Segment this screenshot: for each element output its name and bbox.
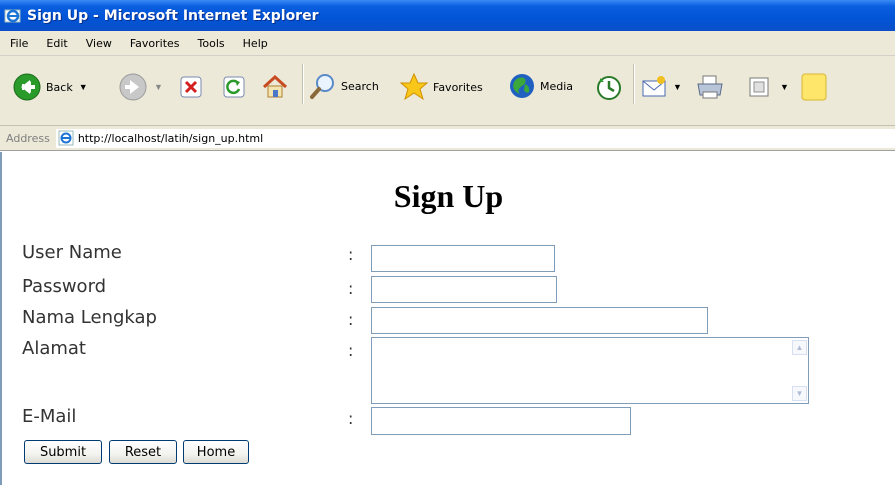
printer-icon [697, 75, 723, 99]
colon: : [348, 245, 354, 264]
back-label: Back [46, 80, 73, 94]
chevron-down-icon[interactable]: ▼ [154, 82, 163, 92]
reset-button[interactable]: Reset [109, 440, 177, 464]
back-arrow-icon [13, 73, 41, 101]
favorites-button[interactable]: Favorites [399, 72, 483, 102]
print-button[interactable] [695, 73, 725, 101]
username-input[interactable] [371, 245, 555, 272]
password-label: Password [22, 276, 107, 297]
search-label: Search [341, 79, 379, 93]
email-label: E-Mail [22, 406, 77, 427]
email-input[interactable] [371, 407, 631, 435]
username-label: User Name [22, 242, 122, 263]
back-button[interactable]: Back ▼ [12, 72, 88, 102]
fullname-label: Nama Lengkap [22, 307, 157, 328]
history-button[interactable] [595, 74, 623, 102]
address-field-label: Alamat [22, 338, 86, 359]
address-url: http://localhost/latih/sign_up.html [77, 131, 264, 145]
scroll-up-icon[interactable]: ▲ [792, 340, 807, 355]
refresh-button[interactable] [222, 75, 246, 99]
colon: : [348, 341, 354, 360]
home-toolbar-button[interactable] [261, 73, 289, 101]
stop-icon [180, 76, 202, 98]
favorites-label: Favorites [433, 80, 483, 94]
star-icon [399, 72, 429, 101]
textarea-scrollbar[interactable]: ▲ ▼ [791, 338, 808, 403]
forward-arrow-icon [119, 73, 147, 101]
history-icon [597, 76, 621, 100]
media-label: Media [540, 79, 574, 93]
menu-bar: File Edit View Favorites Tools Help [0, 31, 895, 56]
window-title: Sign Up - Microsoft Internet Explorer [27, 7, 319, 24]
page-content: Sign Up User Name : Password : Nama Leng… [0, 152, 895, 485]
ie-window-icon [4, 7, 22, 25]
search-button[interactable]: Search [309, 72, 379, 100]
menu-edit[interactable]: Edit [37, 37, 76, 50]
address-bar: Address http://localhost/latih/sign_up.h… [0, 126, 895, 151]
toolbar-separator [633, 64, 635, 104]
scroll-down-icon[interactable]: ▼ [792, 386, 807, 401]
home-button[interactable]: Home [183, 440, 249, 464]
search-icon [310, 74, 334, 99]
note-icon [801, 73, 827, 101]
password-input[interactable] [371, 276, 557, 303]
toolbar-separator [302, 64, 304, 104]
fullname-input[interactable] [371, 307, 708, 334]
stop-button[interactable] [179, 75, 203, 99]
toolbar: Back ▼ ▼ Search Favorites Media ▼ ▼ [0, 56, 895, 126]
page-title: Sign Up [393, 178, 504, 214]
address-textarea[interactable]: ▲ ▼ [371, 337, 809, 404]
ie-page-icon [58, 130, 74, 146]
menu-view[interactable]: View [77, 37, 121, 50]
menu-favorites[interactable]: Favorites [121, 37, 189, 50]
chevron-down-icon[interactable]: ▼ [673, 82, 682, 92]
menu-tools[interactable]: Tools [189, 37, 234, 50]
messenger-button[interactable] [800, 72, 828, 102]
refresh-icon [223, 76, 245, 98]
forward-button[interactable]: ▼ [118, 72, 163, 102]
media-icon [510, 74, 534, 98]
title-bar[interactable]: Sign Up - Microsoft Internet Explorer [0, 0, 895, 31]
colon: : [348, 310, 354, 329]
mail-icon [642, 76, 666, 97]
menu-help[interactable]: Help [234, 37, 277, 50]
edit-button[interactable]: ▼ [748, 76, 789, 98]
chevron-down-icon[interactable]: ▼ [780, 82, 789, 92]
submit-button[interactable]: Submit [24, 440, 102, 464]
colon: : [348, 409, 354, 428]
home-icon [262, 74, 288, 98]
address-label: Address [6, 131, 50, 145]
menu-file[interactable]: File [6, 37, 37, 50]
address-input[interactable]: http://localhost/latih/sign_up.html [55, 128, 895, 148]
colon: : [348, 279, 354, 298]
mail-button[interactable]: ▼ [641, 73, 682, 101]
edit-page-icon [749, 77, 769, 97]
media-button[interactable]: Media [508, 72, 573, 100]
chevron-down-icon[interactable]: ▼ [79, 82, 88, 92]
